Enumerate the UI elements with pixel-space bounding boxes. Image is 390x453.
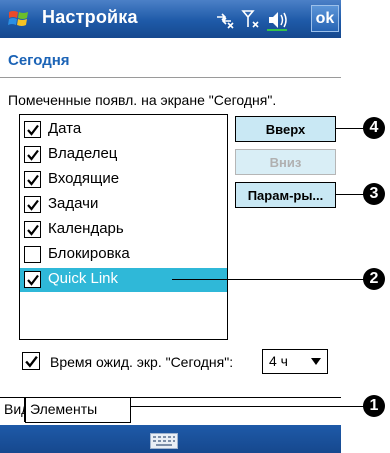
title-bar: Настройка ok xyxy=(0,0,341,38)
list-item-label: Календарь xyxy=(48,220,124,237)
callout-line xyxy=(131,406,364,407)
callout-line xyxy=(172,279,364,280)
list-item-label: Задачи xyxy=(48,195,99,212)
checkmark-icon xyxy=(27,174,39,186)
windows-flag-icon[interactable] xyxy=(7,7,31,31)
header-divider xyxy=(0,77,341,78)
checkmark-icon xyxy=(27,224,39,236)
callout-4: 4 xyxy=(363,117,385,139)
checkbox[interactable] xyxy=(24,271,41,288)
checkmark-icon xyxy=(25,355,38,368)
tab-items[interactable]: Элементы xyxy=(25,398,131,423)
chevron-down-icon xyxy=(311,358,321,365)
status-icons xyxy=(217,10,287,31)
list-item-inbox[interactable]: Входящие xyxy=(20,168,227,192)
instruction-text: Помеченные появл. на экране "Сегодня". xyxy=(8,92,277,108)
callout-3: 3 xyxy=(363,183,385,205)
tab-view[interactable]: Вид xyxy=(0,398,29,423)
checkbox[interactable] xyxy=(24,171,41,188)
timeout-checkbox[interactable] xyxy=(22,352,40,370)
checkmark-icon xyxy=(27,274,39,286)
list-item-label: Входящие xyxy=(48,170,120,187)
list-item-date[interactable]: Дата xyxy=(20,118,227,142)
checkmark-icon xyxy=(27,149,39,161)
checkbox[interactable] xyxy=(24,246,41,263)
callout-2: 2 xyxy=(363,268,385,290)
page-header: Сегодня xyxy=(0,47,341,78)
signal-icon[interactable] xyxy=(241,10,259,28)
timeout-value: 4 ч xyxy=(269,353,288,369)
connectivity-icon[interactable] xyxy=(217,13,234,29)
keyboard-icon[interactable] xyxy=(150,433,178,449)
callout-line xyxy=(336,194,364,195)
checkbox[interactable] xyxy=(24,196,41,213)
list-item-label: Quick Link xyxy=(48,270,119,287)
ok-button[interactable]: ok xyxy=(311,5,339,32)
list-item-label: Владелец xyxy=(48,145,118,162)
checkbox[interactable] xyxy=(24,221,41,238)
checkbox[interactable] xyxy=(24,121,41,138)
list-item-label: Блокировка xyxy=(48,245,130,262)
phone-screen: Настройка ok Сегодня Помеченные появл. н… xyxy=(0,0,341,453)
list-item-calendar[interactable]: Календарь xyxy=(20,218,227,242)
volume-icon[interactable] xyxy=(267,12,287,31)
list-item-lock[interactable]: Блокировка xyxy=(20,243,227,267)
move-up-button[interactable]: Вверх xyxy=(235,116,336,142)
list-item-tasks[interactable]: Задачи xyxy=(20,193,227,217)
list-item-quick-link[interactable]: Quick Link xyxy=(20,268,227,292)
menu-bar xyxy=(0,425,341,453)
options-button[interactable]: Парам-ры... xyxy=(235,182,336,208)
list-item-label: Дата xyxy=(48,120,82,137)
page-title: Сегодня xyxy=(8,52,70,69)
timeout-select[interactable]: 4 ч xyxy=(262,349,328,374)
checkmark-icon xyxy=(27,199,39,211)
list-item-owner[interactable]: Владелец xyxy=(20,143,227,167)
checkmark-icon xyxy=(27,124,39,136)
callout-1: 1 xyxy=(363,395,385,417)
checkbox[interactable] xyxy=(24,146,41,163)
items-list[interactable]: Дата Владелец Входящие Задачи Календарь … xyxy=(19,114,228,340)
window-title: Настройка xyxy=(42,7,138,27)
move-down-button[interactable]: Вниз xyxy=(235,149,336,175)
callout-line xyxy=(336,128,364,129)
timeout-label: Время ожид. экр. "Сегодня": xyxy=(50,354,234,370)
